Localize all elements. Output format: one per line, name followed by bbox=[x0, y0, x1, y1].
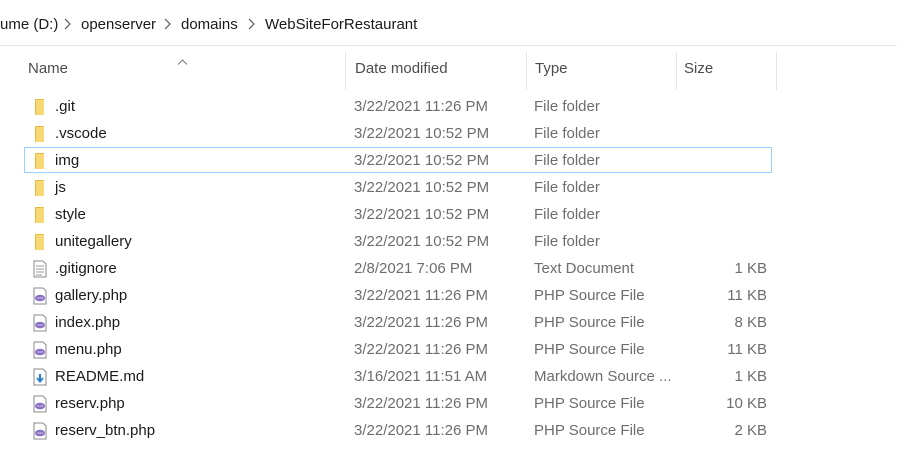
file-row[interactable]: reserv_btn.php 3/22/2021 11:26 PM PHP Sour… bbox=[24, 417, 772, 443]
file-name: reserv.php bbox=[55, 395, 125, 412]
chevron-right-icon[interactable] bbox=[164, 18, 171, 30]
sort-ascending-icon bbox=[177, 52, 188, 68]
file-date-modified: 3/16/2021 11:51 AM bbox=[354, 368, 488, 385]
file-row[interactable]: gallery.php 3/22/2021 11:26 PM PHP Source … bbox=[24, 282, 772, 308]
file-row[interactable]: reserv.php 3/22/2021 11:26 PM PHP Source F… bbox=[24, 390, 772, 416]
file-row[interactable]: README.md 3/16/2021 11:51 AM Markdown Sour… bbox=[24, 363, 772, 389]
file-name: menu.php bbox=[55, 341, 122, 358]
file-type: File folder bbox=[534, 179, 600, 196]
file-size: 2 KB bbox=[734, 422, 767, 439]
column-divider[interactable] bbox=[676, 52, 677, 90]
file-size: 11 KB bbox=[727, 341, 767, 358]
file-row[interactable]: style 3/22/2021 10:52 PM File folder bbox=[24, 201, 772, 227]
file-type: File folder bbox=[534, 125, 600, 142]
file-name: img bbox=[55, 152, 80, 169]
chevron-right-icon[interactable] bbox=[248, 18, 255, 30]
column-header-type[interactable]: Type bbox=[535, 60, 568, 77]
file-name: gallery.php bbox=[55, 287, 128, 304]
file-type: File folder bbox=[534, 233, 600, 250]
file-type: File folder bbox=[534, 98, 600, 115]
file-date-modified: 2/8/2021 7:06 PM bbox=[354, 260, 473, 277]
file-size: 1 KB bbox=[734, 368, 767, 385]
file-type: File folder bbox=[534, 206, 600, 223]
file-type: File folder bbox=[534, 152, 600, 169]
file-date-modified: 3/22/2021 10:52 PM bbox=[354, 233, 490, 250]
file-type: Text Document bbox=[534, 260, 635, 277]
markdown-file-icon bbox=[32, 368, 48, 386]
file-date-modified: 3/22/2021 11:26 PM bbox=[354, 98, 488, 115]
file-name: index.php bbox=[55, 314, 121, 331]
folder-icon bbox=[32, 179, 48, 197]
file-name: .git bbox=[55, 98, 76, 115]
file-name: style bbox=[55, 206, 86, 223]
file-date-modified: 3/22/2021 10:52 PM bbox=[354, 206, 490, 223]
php-file-icon bbox=[32, 422, 48, 440]
file-type: PHP Source File bbox=[534, 314, 645, 331]
file-size: 10 KB bbox=[726, 395, 767, 412]
file-type: PHP Source File bbox=[534, 341, 645, 358]
file-date-modified: 3/22/2021 10:52 PM bbox=[354, 125, 490, 142]
folder-icon bbox=[32, 125, 48, 143]
file-date-modified: 3/22/2021 11:26 PM bbox=[354, 422, 488, 439]
address-bar[interactable]: ume (D:) openserver domains WebSiteForRe… bbox=[0, 0, 897, 46]
file-size: 11 KB bbox=[727, 287, 767, 304]
file-date-modified: 3/22/2021 11:26 PM bbox=[354, 395, 488, 412]
column-divider[interactable] bbox=[776, 52, 777, 90]
folder-icon bbox=[32, 152, 48, 170]
column-header-size[interactable]: Size bbox=[684, 60, 713, 77]
file-type: PHP Source File bbox=[534, 422, 645, 439]
file-row[interactable]: menu.php 3/22/2021 11:26 PM PHP Source Fil… bbox=[24, 336, 772, 362]
folder-icon bbox=[32, 233, 48, 251]
file-row[interactable]: index.php 3/22/2021 11:26 PM PHP Source Fi… bbox=[24, 309, 772, 335]
php-file-icon bbox=[32, 314, 48, 332]
chevron-right-icon[interactable] bbox=[64, 18, 71, 30]
folder-icon bbox=[32, 98, 48, 116]
column-header-date-modified[interactable]: Date modified bbox=[355, 60, 448, 77]
file-type: PHP Source File bbox=[534, 287, 645, 304]
folder-icon bbox=[32, 206, 48, 224]
file-row[interactable]: .gitignore 2/8/2021 7:06 PM Text Document 1… bbox=[24, 255, 772, 281]
column-header-row: Name Date modified Type Size bbox=[0, 46, 897, 90]
file-date-modified: 3/22/2021 11:26 PM bbox=[354, 314, 488, 331]
file-name: README.md bbox=[55, 368, 145, 385]
breadcrumb-domains[interactable]: domains bbox=[181, 16, 238, 33]
file-type: Markdown Source ... bbox=[534, 368, 672, 385]
file-date-modified: 3/22/2021 10:52 PM bbox=[354, 179, 490, 196]
file-name: .gitignore bbox=[55, 260, 117, 277]
file-row[interactable]: img 3/22/2021 10:52 PM File folder bbox=[24, 147, 772, 173]
file-row[interactable]: js 3/22/2021 10:52 PM File folder bbox=[24, 174, 772, 200]
file-row[interactable]: unitegallery 3/22/2021 10:52 PM File folde… bbox=[24, 228, 772, 254]
php-file-icon bbox=[32, 287, 48, 305]
breadcrumb-openserver[interactable]: openserver bbox=[81, 16, 156, 33]
breadcrumb-current-folder[interactable]: WebSiteForRestaurant bbox=[265, 16, 417, 33]
column-header-name[interactable]: Name bbox=[28, 60, 68, 77]
text-document-icon bbox=[32, 260, 48, 278]
file-name: js bbox=[55, 179, 66, 196]
file-name: unitegallery bbox=[55, 233, 132, 250]
file-name: .vscode bbox=[55, 125, 107, 142]
file-row[interactable]: .git 3/22/2021 11:26 PM File folder bbox=[24, 93, 772, 119]
file-size: 8 KB bbox=[734, 314, 767, 331]
file-name: reserv_btn.php bbox=[55, 422, 156, 439]
column-divider[interactable] bbox=[345, 52, 346, 90]
file-date-modified: 3/22/2021 10:52 PM bbox=[354, 152, 490, 169]
file-date-modified: 3/22/2021 11:26 PM bbox=[354, 341, 488, 358]
file-date-modified: 3/22/2021 11:26 PM bbox=[354, 287, 488, 304]
php-file-icon bbox=[32, 395, 48, 413]
column-divider[interactable] bbox=[526, 52, 527, 90]
breadcrumb-drive[interactable]: ume (D:) bbox=[0, 16, 58, 33]
file-type: PHP Source File bbox=[534, 395, 645, 412]
php-file-icon bbox=[32, 341, 48, 359]
file-row[interactable]: .vscode 3/22/2021 10:52 PM File folder bbox=[24, 120, 772, 146]
file-size: 1 KB bbox=[734, 260, 767, 277]
